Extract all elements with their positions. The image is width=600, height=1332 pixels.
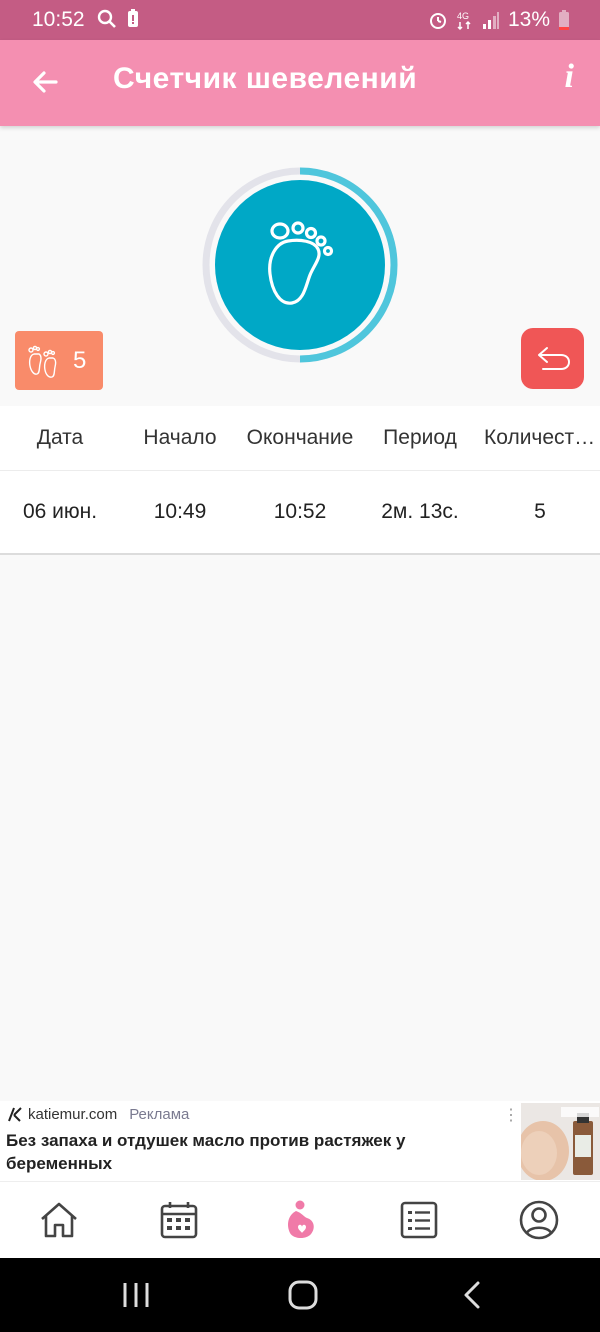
ad-label: Реклама: [129, 1105, 190, 1123]
more-vert-icon[interactable]: ⋮: [503, 1105, 519, 1125]
kick-counter-button[interactable]: [202, 167, 398, 363]
home-icon[interactable]: [38, 1199, 80, 1241]
table-header: Дата Начало Окончание Период Количест…: [0, 406, 600, 471]
battery-percent: 13%: [507, 8, 550, 31]
kick-count: 5: [73, 346, 87, 374]
header-date: Дата: [36, 426, 84, 449]
status-left-icons: [96, 8, 140, 30]
info-icon[interactable]: i: [565, 58, 574, 96]
profile-icon[interactable]: [518, 1199, 560, 1241]
ad-image[interactable]: [521, 1103, 600, 1180]
cell-period: 2м. 13с.: [381, 500, 459, 523]
page-title: Счетчик шевелений: [113, 62, 418, 95]
svg-text:4G: 4G: [457, 11, 469, 21]
ad-image-art: [521, 1103, 600, 1180]
bottom-nav: [0, 1181, 600, 1259]
battery-icon: [559, 10, 569, 30]
recent-apps-icon[interactable]: [122, 1280, 150, 1310]
history-table: Дата Начало Окончание Период Количест… 0…: [0, 406, 600, 555]
undo-button[interactable]: [521, 328, 584, 389]
calendar-icon[interactable]: [158, 1199, 200, 1241]
ad-domain: katiemur.com: [28, 1105, 118, 1123]
status-bar: 10:52 4G 13%: [0, 0, 600, 40]
foot-icon: [268, 221, 334, 305]
table-row[interactable]: 06 июн. 10:49 10:52 2м. 13с. 5: [0, 471, 600, 553]
cell-date: 06 июн.: [22, 500, 98, 523]
ad-banner[interactable]: katiemur.com Реклама Без запаха и отдуше…: [0, 1101, 600, 1181]
battery-alert-icon: [128, 9, 138, 27]
status-right: 4G 13%: [428, 8, 570, 32]
back-button-icon[interactable]: [460, 1280, 484, 1310]
cell-start: 10:49: [153, 500, 207, 523]
header-end: Окончание: [246, 426, 354, 449]
ad-source: katiemur.com Реклама: [6, 1105, 189, 1123]
status-time: 10:52: [32, 8, 85, 31]
feet-icon: [28, 345, 57, 378]
undo-icon: [537, 346, 570, 370]
system-nav-bar: [0, 1258, 600, 1332]
app-bar: Счетчик шевелений i: [0, 40, 600, 126]
header-start: Начало: [143, 426, 217, 449]
pregnancy-icon[interactable]: [278, 1199, 320, 1241]
search-icon: [97, 9, 116, 28]
data-4g-icon: 4G: [457, 11, 471, 31]
alarm-icon: [429, 13, 446, 29]
header-count: Количест…: [484, 426, 596, 449]
header-period: Период: [383, 426, 457, 449]
cell-count: 5: [534, 500, 546, 523]
ad-logo-icon: [8, 1107, 22, 1122]
arrow-left-icon[interactable]: [26, 62, 66, 102]
kick-count-badge: 5: [15, 331, 103, 390]
list-icon[interactable]: [398, 1199, 440, 1241]
ad-headline[interactable]: Без запаха и отдушек масло против растяж…: [6, 1129, 436, 1175]
home-button-icon[interactable]: [288, 1280, 318, 1310]
signal-icon: [482, 12, 499, 29]
cell-end: 10:52: [273, 500, 327, 523]
